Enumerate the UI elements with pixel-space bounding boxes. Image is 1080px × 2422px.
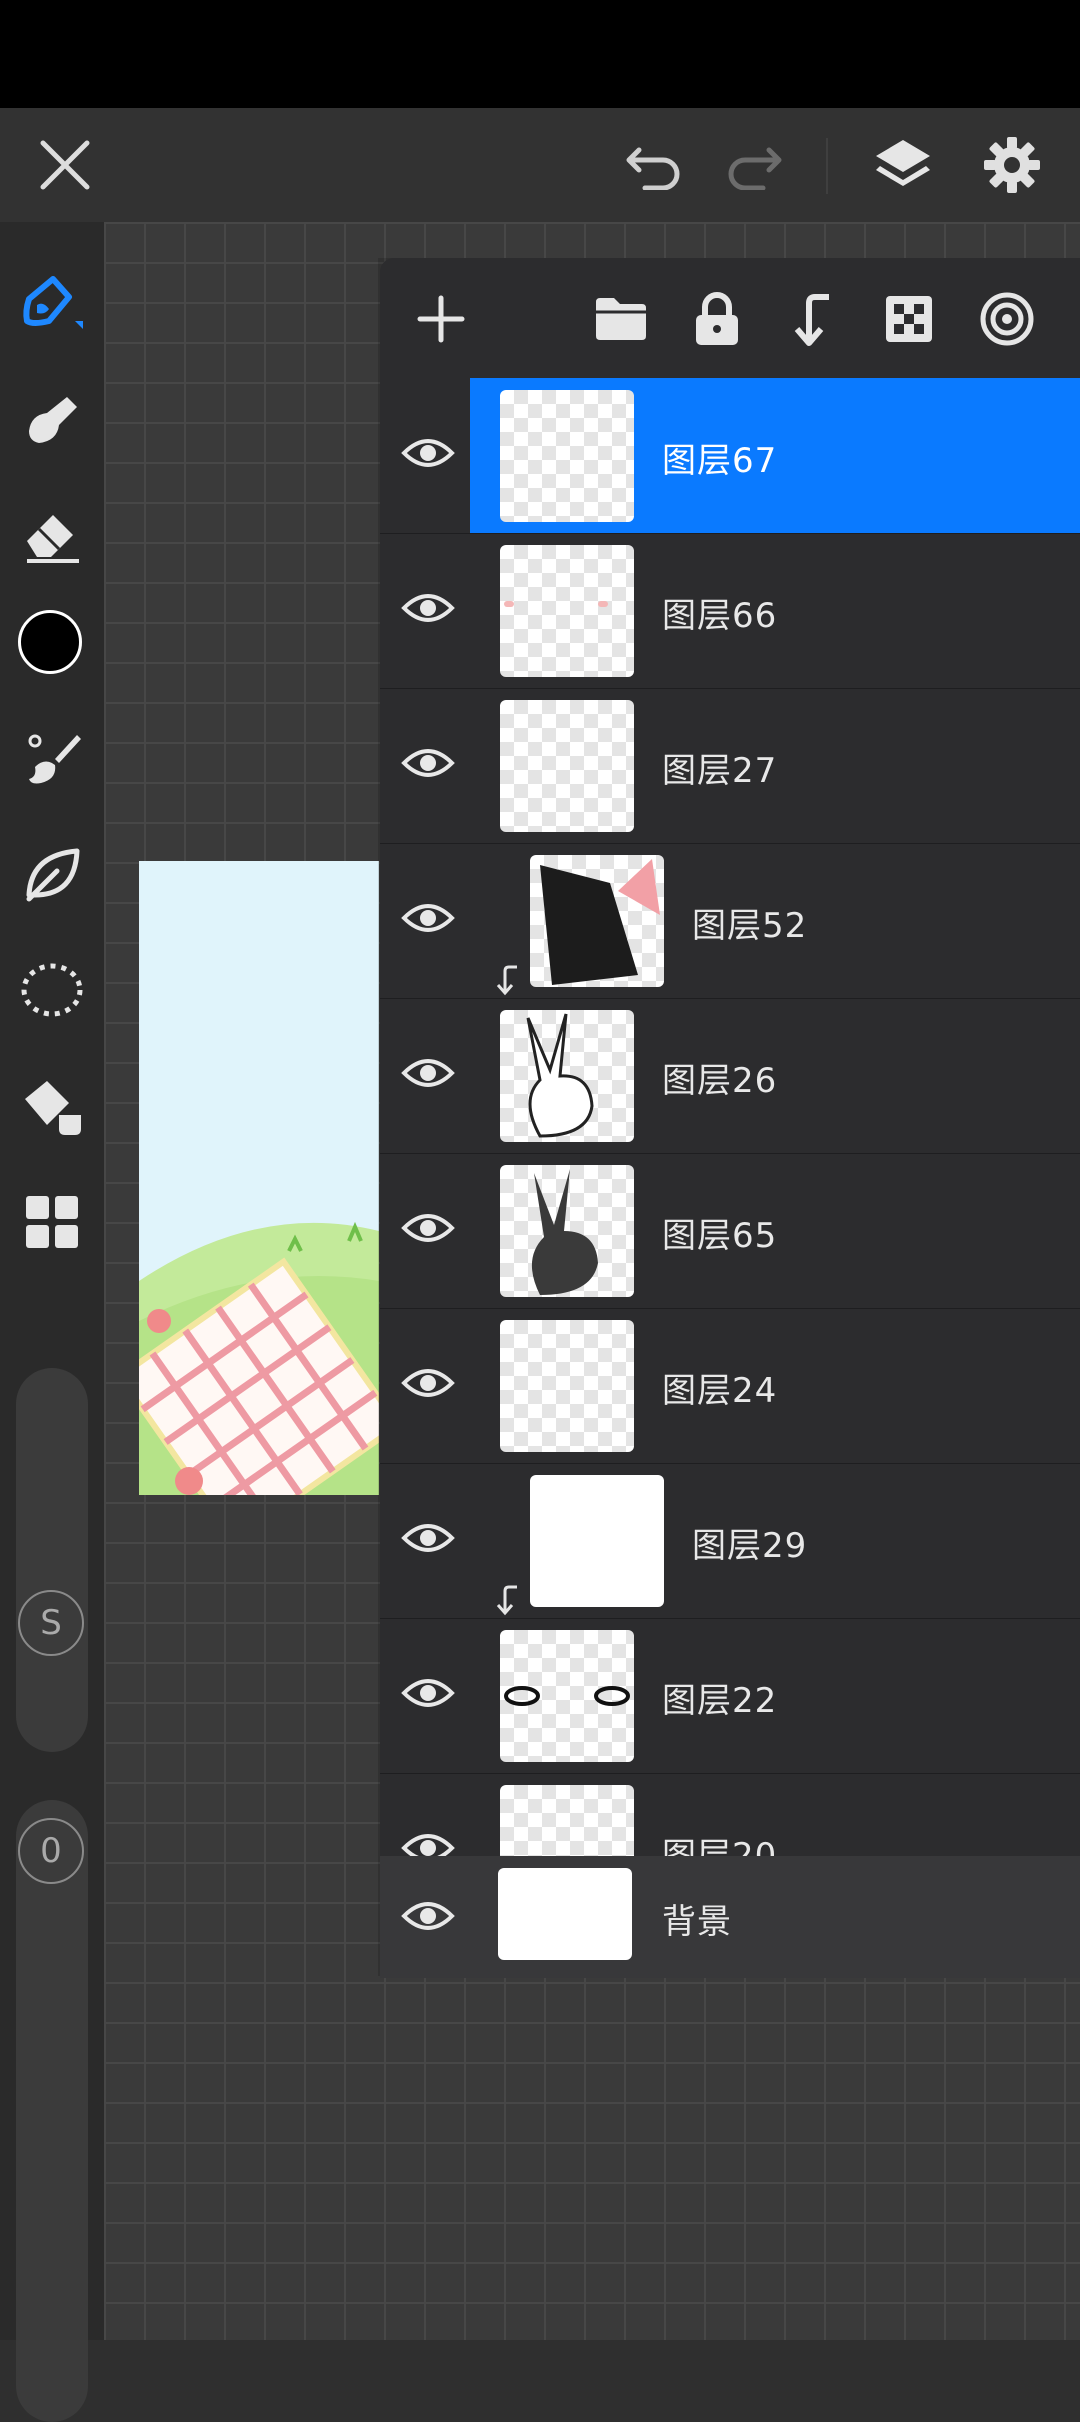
eye-icon[interactable]: [400, 1208, 456, 1248]
layers-toolbar: [380, 258, 1080, 378]
layer-name: 图层22: [662, 1681, 778, 1721]
brush-icon[interactable]: [14, 720, 90, 796]
layer-name: 图层67: [662, 441, 778, 481]
eye-icon[interactable]: [400, 898, 456, 938]
layer-name: 图层29: [692, 1526, 808, 1566]
layer-row[interactable]: 图层65: [380, 1153, 1080, 1309]
clip-indicator-icon: [495, 1583, 521, 1621]
eye-icon[interactable]: [400, 1673, 456, 1713]
brush-size-label: S: [18, 1590, 84, 1656]
clip-icon[interactable]: [784, 288, 840, 350]
layer-thumbnail: [500, 1010, 634, 1142]
redo-icon[interactable]: [718, 133, 788, 197]
artwork-preview: [139, 861, 379, 1495]
layer-row[interactable]: 图层52: [380, 843, 1080, 999]
grid-icon[interactable]: [14, 1184, 90, 1260]
layer-name: 背景: [662, 1902, 732, 1942]
layer-row[interactable]: 图层67: [380, 378, 1080, 534]
reference-icon[interactable]: [976, 288, 1038, 350]
eye-icon[interactable]: [400, 1053, 456, 1093]
layers-panel: 图层67 图层66 图层27 图层52 图层26 图层65 图层24 图层29 图层22 图层20…: [380, 258, 1080, 1978]
add-icon[interactable]: [410, 288, 472, 350]
layer-thumbnail: [500, 390, 634, 522]
eye-icon[interactable]: [400, 588, 456, 628]
pen-icon[interactable]: [14, 264, 90, 340]
eye-icon[interactable]: [400, 1828, 456, 1856]
fill-icon[interactable]: [14, 1068, 90, 1144]
layer-name: 图层66: [662, 596, 778, 636]
leaf-icon[interactable]: [14, 836, 90, 912]
layer-row[interactable]: 图层24: [380, 1308, 1080, 1464]
eye-icon[interactable]: [400, 1518, 456, 1558]
layer-name: 图层26: [662, 1061, 778, 1101]
layer-thumbnail: [500, 1785, 634, 1856]
opacity-slider[interactable]: [16, 1800, 88, 2422]
layer-name: 图层65: [662, 1216, 778, 1256]
layer-thumbnail: [530, 1475, 664, 1607]
layer-thumbnail: [500, 1320, 634, 1452]
eye-icon[interactable]: [400, 1896, 456, 1936]
layer-thumbnail: [500, 1165, 634, 1297]
opacity-label: 0: [18, 1818, 84, 1884]
color-swatch[interactable]: [18, 610, 82, 674]
background-layer-row[interactable]: 背景: [380, 1856, 1080, 1978]
layer-name: 图层24: [662, 1371, 778, 1411]
toolbar-divider: [826, 138, 828, 194]
tool-sidebar: S 0: [0, 222, 104, 2422]
lock-icon[interactable]: [688, 288, 746, 350]
layer-thumbnail: [530, 855, 664, 987]
eye-icon[interactable]: [400, 433, 456, 473]
layer-thumbnail: [500, 700, 634, 832]
layer-name: 图层52: [692, 906, 808, 946]
layers-icon[interactable]: [868, 128, 938, 202]
clip-indicator-icon: [495, 963, 521, 1001]
layer-thumbnail: [500, 545, 634, 677]
folder-icon[interactable]: [590, 290, 652, 348]
layer-row[interactable]: 图层22: [380, 1618, 1080, 1774]
layer-row[interactable]: 图层29: [380, 1463, 1080, 1619]
brush-size-slider[interactable]: [16, 1368, 88, 1752]
top-toolbar: [0, 108, 1080, 222]
lasso-icon[interactable]: [14, 952, 90, 1028]
layer-row[interactable]: 图层27: [380, 688, 1080, 844]
layer-row[interactable]: 图层66: [380, 533, 1080, 689]
layer-row[interactable]: 图层20: [380, 1773, 1080, 1857]
smudge-icon[interactable]: [14, 380, 90, 456]
layer-thumbnail: [498, 1868, 632, 1960]
eye-icon[interactable]: [400, 743, 456, 783]
undo-icon[interactable]: [620, 133, 690, 197]
layer-row[interactable]: 图层26: [380, 998, 1080, 1154]
eye-icon[interactable]: [400, 1363, 456, 1403]
eraser-icon[interactable]: [14, 496, 90, 572]
alpha-lock-icon[interactable]: [880, 288, 938, 350]
settings-icon[interactable]: [975, 128, 1049, 202]
layer-name: 图层27: [662, 751, 778, 791]
close-icon[interactable]: [30, 130, 100, 200]
status-bar: [0, 0, 1080, 108]
layer-thumbnail: [500, 1630, 634, 1762]
layer-name: 图层20: [662, 1836, 778, 1857]
